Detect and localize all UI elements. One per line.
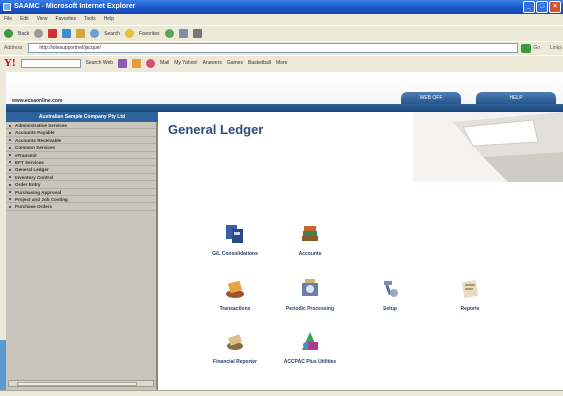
menu-help[interactable]: Help bbox=[104, 14, 114, 25]
tile-label: Setup bbox=[383, 306, 397, 312]
reports-icon bbox=[458, 277, 482, 301]
yahoo-mail-button[interactable]: Mail bbox=[160, 60, 169, 66]
window-title: SAAMC - Microsoft Internet Explorer bbox=[14, 3, 136, 10]
yahoo-more-button[interactable]: More bbox=[276, 60, 287, 66]
tile-financial-reporter[interactable]: Financial Reporter bbox=[195, 330, 275, 365]
tile-label: G/L Consolidations bbox=[212, 251, 258, 257]
financial-reporter-icon bbox=[223, 330, 247, 354]
search-icon[interactable] bbox=[90, 29, 100, 38]
tile-gl-consolidations[interactable]: G/L Consolidations bbox=[195, 222, 275, 257]
menu-view[interactable]: View bbox=[37, 14, 48, 25]
sidebar-item-common-services[interactable]: Common Services bbox=[6, 144, 156, 152]
left-edge-accent bbox=[0, 340, 6, 390]
yahoo-basketball-button[interactable]: Basketball bbox=[248, 60, 271, 66]
status-bar bbox=[0, 390, 563, 396]
sidebar-item-project-job-costing[interactable]: Project and Job Costing bbox=[6, 196, 156, 204]
menu-edit[interactable]: Edit bbox=[20, 14, 29, 25]
company-name: Australian Sample Company Pty Ltd bbox=[6, 112, 158, 122]
print-icon[interactable] bbox=[192, 29, 202, 38]
bookmark-icon[interactable] bbox=[132, 58, 142, 68]
home-icon[interactable] bbox=[76, 29, 86, 38]
history-icon[interactable] bbox=[164, 29, 174, 38]
sidebar-item-etransmit[interactable]: eTransmit bbox=[6, 152, 156, 159]
page-title: General Ledger bbox=[168, 122, 264, 137]
forward-arrow-icon[interactable] bbox=[34, 29, 44, 38]
title-bar: SAAMC - Microsoft Internet Explorer _ □ … bbox=[0, 0, 563, 14]
menu-file[interactable]: File bbox=[4, 14, 12, 25]
header-strip bbox=[6, 104, 563, 112]
main-panel: General Ledger G/L Consolidations Accoun… bbox=[160, 112, 563, 390]
yahoo-toolbar: Y! Search Web Mail My Yahoo! Answers Gam… bbox=[0, 55, 563, 70]
page-content: www.ecsaonline.com WEB OFF HELP Australi… bbox=[6, 72, 563, 390]
sidebar-item-general-ledger[interactable]: General Ledger bbox=[6, 166, 156, 174]
maximize-button[interactable]: □ bbox=[536, 1, 548, 13]
consolidations-icon bbox=[223, 222, 247, 246]
utilities-icon bbox=[298, 330, 322, 354]
transactions-icon bbox=[223, 277, 247, 301]
tile-label: Transactions bbox=[219, 306, 251, 312]
sidebar-item-accounts-payable[interactable]: Accounts Payable bbox=[6, 129, 156, 137]
tile-label: Financial Reporter bbox=[213, 359, 257, 365]
browser-window: SAAMC - Microsoft Internet Explorer _ □ … bbox=[0, 0, 563, 396]
favorites-star-icon[interactable] bbox=[124, 29, 134, 38]
tile-label: ACCPAC Plus Utilities bbox=[283, 359, 337, 365]
standard-toolbar: Back Search Favorites bbox=[0, 25, 563, 41]
yahoo-search-web-button[interactable]: Search Web bbox=[86, 60, 113, 66]
tile-setup[interactable]: Setup bbox=[350, 277, 430, 312]
menu-bar: File Edit View Favorites Tools Help bbox=[0, 14, 563, 25]
pencil-icon[interactable] bbox=[118, 58, 128, 68]
minimize-button[interactable]: _ bbox=[523, 1, 535, 13]
yahoo-games-button[interactable]: Games bbox=[227, 60, 243, 66]
sidebar-item-purchasing-approval[interactable]: Purchasing Approval bbox=[6, 189, 156, 196]
ie-icon bbox=[3, 3, 11, 11]
tile-label: Accounts bbox=[298, 251, 322, 257]
menu-favorites[interactable]: Favorites bbox=[55, 14, 76, 25]
back-button[interactable]: Back bbox=[18, 31, 29, 37]
module-sidebar: Administrative Services Accounts Payable… bbox=[6, 122, 158, 390]
favorites-button[interactable]: Favorites bbox=[139, 31, 160, 37]
sidebar-item-purchase-orders[interactable]: Purchase Orders bbox=[6, 203, 156, 211]
sidebar-item-inventory-control[interactable]: Inventory Control bbox=[6, 174, 156, 182]
site-header: www.ecsaonline.com WEB OFF HELP bbox=[6, 72, 563, 112]
tile-label: Periodic Processing bbox=[285, 306, 335, 312]
go-button[interactable]: Go bbox=[533, 45, 540, 51]
yahoo-logo-icon[interactable]: Y! bbox=[4, 57, 16, 69]
address-label: Address bbox=[4, 45, 23, 51]
back-arrow-icon[interactable] bbox=[4, 29, 13, 38]
yahoo-answers-button[interactable]: Answers bbox=[203, 60, 222, 66]
tile-accpac-plus-utilities[interactable]: ACCPAC Plus Utilities bbox=[270, 330, 350, 365]
sidebar-item-order-entry[interactable]: Order Entry bbox=[6, 181, 156, 189]
tile-accounts[interactable]: Accounts bbox=[270, 222, 350, 257]
close-button[interactable]: × bbox=[549, 1, 561, 13]
help-tab[interactable]: HELP bbox=[476, 92, 556, 104]
address-input[interactable]: http://sitesupportnet/jacque/ bbox=[28, 43, 519, 53]
address-bar: Address http://sitesupportnet/jacque/ Go… bbox=[0, 41, 563, 54]
yahoo-search-input[interactable] bbox=[20, 58, 81, 68]
tile-periodic-processing[interactable]: Periodic Processing bbox=[270, 277, 350, 312]
my-yahoo-button[interactable]: My Yahoo! bbox=[174, 60, 197, 66]
accounts-books-icon bbox=[298, 222, 322, 246]
mail-icon[interactable] bbox=[178, 29, 188, 38]
web-off-tab[interactable]: WEB OFF bbox=[401, 92, 461, 104]
go-arrow-icon[interactable] bbox=[521, 43, 532, 53]
search-button[interactable]: Search bbox=[104, 31, 120, 37]
sidebar-item-accounts-receivable[interactable]: Accounts Receivable bbox=[6, 137, 156, 145]
menu-tools[interactable]: Tools bbox=[84, 14, 96, 25]
sidebar-item-eft-services[interactable]: EFT Services bbox=[6, 159, 156, 167]
periodic-processing-icon bbox=[298, 277, 322, 301]
setup-tools-icon bbox=[378, 277, 402, 301]
tile-reports[interactable]: Reports bbox=[430, 277, 510, 312]
links-button[interactable]: Links bbox=[550, 45, 562, 51]
stop-icon[interactable] bbox=[48, 29, 58, 38]
laptop-decoration-icon bbox=[413, 112, 563, 182]
scrollbar-thumb[interactable] bbox=[17, 382, 137, 386]
refresh-icon[interactable] bbox=[62, 29, 72, 38]
sidebar-horizontal-scrollbar[interactable] bbox=[8, 380, 154, 387]
sidebar-item-administrative-services[interactable]: Administrative Services bbox=[6, 122, 156, 130]
heart-icon[interactable] bbox=[146, 58, 156, 68]
tile-transactions[interactable]: Transactions bbox=[195, 277, 275, 312]
tile-label: Reports bbox=[460, 306, 480, 312]
